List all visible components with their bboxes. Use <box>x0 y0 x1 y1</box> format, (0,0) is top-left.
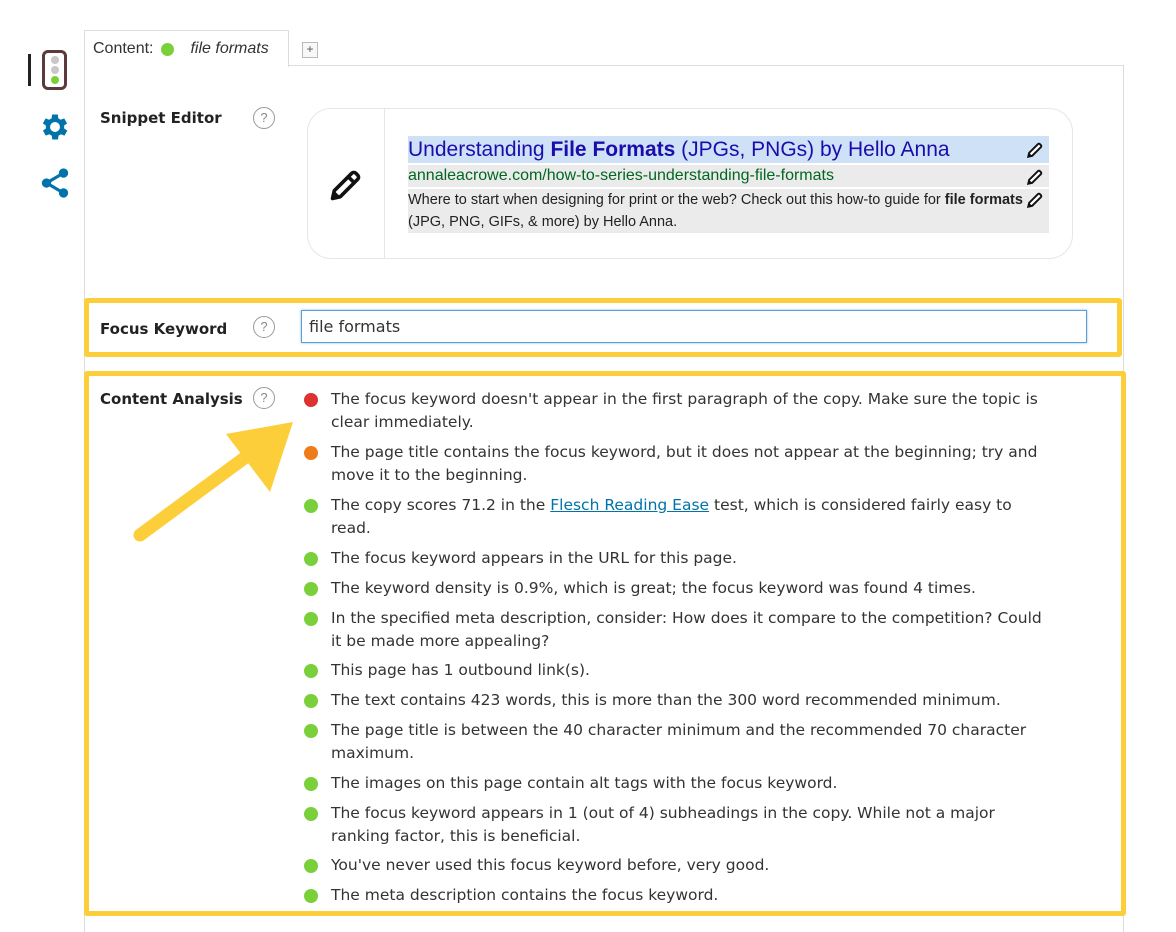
focus-keyword-label: Focus Keyword <box>100 320 228 338</box>
add-keyword-tab-button[interactable]: + <box>302 42 318 58</box>
tab-content-keyword[interactable]: Content: file formats <box>84 30 289 67</box>
focus-keyword-help-icon[interactable]: ? <box>253 316 275 338</box>
edit-title-icon[interactable] <box>1026 141 1044 159</box>
tab-status-dot <box>161 42 175 56</box>
snippet-description[interactable]: Where to start when designing for print … <box>408 189 1049 233</box>
tab-prefix: Content: <box>93 40 154 57</box>
status-dot-good <box>304 859 318 873</box>
snippet-title[interactable]: Understanding File Formats (JPGs, PNGs) … <box>408 136 1049 163</box>
edit-url-icon[interactable] <box>1026 168 1044 186</box>
status-dot-good <box>304 552 318 566</box>
content-analysis-label: Content Analysis <box>100 390 243 408</box>
status-dot-good <box>304 724 318 738</box>
status-dot-good <box>304 889 318 903</box>
content-analysis-help-icon[interactable]: ? <box>253 387 275 409</box>
status-dot-good <box>304 694 318 708</box>
active-indicator <box>28 54 31 86</box>
status-dot-good <box>304 777 318 791</box>
snippet-preview: Understanding File Formats (JPGs, PNGs) … <box>307 108 1073 259</box>
status-dot-good <box>304 807 318 821</box>
snippet-editor-label: Snippet Editor <box>100 109 222 127</box>
edit-description-icon[interactable] <box>1026 191 1044 209</box>
focus-keyword-input[interactable] <box>301 310 1087 343</box>
flesch-reading-ease-link[interactable]: Flesch Reading Ease <box>550 496 709 514</box>
status-dot-bad <box>304 393 318 407</box>
status-dot-good <box>304 582 318 596</box>
traffic-light-icon[interactable] <box>42 50 67 90</box>
metabox-sidebar <box>0 0 84 932</box>
annotation-arrow-icon <box>133 422 293 542</box>
tab-keyword: file formats <box>190 40 269 57</box>
snippet-url[interactable]: annaleacrowe.com/how-to-series-understan… <box>408 165 1049 187</box>
status-dot-good <box>304 664 318 678</box>
snippet-divider <box>384 109 385 258</box>
gear-icon[interactable] <box>38 110 72 144</box>
share-icon[interactable] <box>38 166 72 200</box>
edit-snippet-icon[interactable] <box>328 167 364 203</box>
status-dot-good <box>304 612 318 626</box>
snippet-help-icon[interactable]: ? <box>253 107 275 129</box>
